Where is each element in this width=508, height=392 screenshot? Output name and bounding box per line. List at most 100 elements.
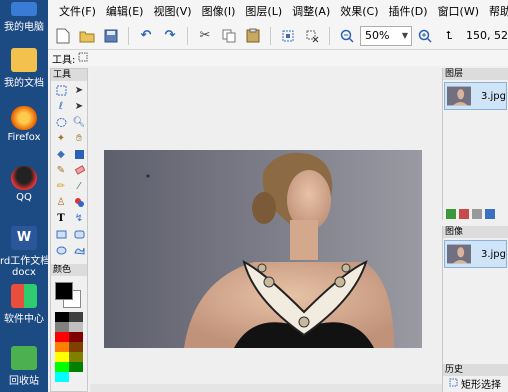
desktop-icon-qq[interactable]: QQ <box>0 166 48 203</box>
palette-swatch[interactable] <box>69 362 83 372</box>
desktop-icon-label: QQ <box>16 192 32 203</box>
menu-layers[interactable]: 图层(L) <box>240 3 287 19</box>
color-picker-icon[interactable]: ⁄ <box>71 179 87 194</box>
cursor-coordinates: 150, 52 <box>466 29 508 42</box>
qq-penguin-icon <box>11 166 37 190</box>
line-curve-icon[interactable]: ↯ <box>71 211 87 226</box>
horizontal-scrollbar[interactable] <box>90 384 442 392</box>
palette-swatch[interactable] <box>55 322 69 332</box>
ellipse-shape-icon[interactable] <box>53 243 69 258</box>
magic-wand-icon[interactable]: ✦ <box>53 131 69 146</box>
desktop-icon-label-2: docx <box>12 267 36 278</box>
menu-adjustments[interactable]: 调整(A) <box>287 3 335 19</box>
palette-swatch[interactable] <box>55 312 69 322</box>
move-selection-icon[interactable]: ➤ <box>71 83 87 98</box>
images-panel-title: 图像 <box>443 226 508 238</box>
palette-swatch[interactable] <box>55 362 69 372</box>
rectangle-shape-icon[interactable] <box>53 227 69 242</box>
menu-effects[interactable]: 效果(C) <box>335 3 383 19</box>
layer-item[interactable]: 3.jpg <box>444 82 507 110</box>
new-file-icon[interactable] <box>52 25 74 47</box>
desktop-icon-firefox[interactable]: Firefox <box>0 106 48 143</box>
redo-icon[interactable]: ↷ <box>159 25 181 47</box>
desktop-icon-label: 我的文档 <box>4 78 44 89</box>
menu-plugins[interactable]: 插件(D) <box>384 3 433 19</box>
image-item[interactable]: 3.jpg <box>444 240 507 268</box>
desktop-icon-documents[interactable]: 我的文档 <box>0 48 48 89</box>
rect-select-icon[interactable] <box>78 52 88 65</box>
save-icon[interactable] <box>100 25 122 47</box>
palette-swatch[interactable] <box>55 352 69 362</box>
toolbar-divider <box>329 26 330 45</box>
move-selected-icon[interactable]: ➤ <box>71 99 87 114</box>
paint-bucket-icon[interactable]: ◆ <box>53 147 69 162</box>
palette-swatch[interactable] <box>69 332 83 342</box>
menu-file[interactable]: 文件(F) <box>54 3 101 19</box>
history-item[interactable]: 矩形选择 <box>443 376 508 391</box>
eraser-icon[interactable] <box>71 163 87 178</box>
desktop-icon-computer[interactable]: 我的电脑 <box>0 2 48 33</box>
image-name: 3.jpg <box>480 248 506 260</box>
deselect-icon[interactable] <box>301 25 323 47</box>
menu-window[interactable]: 窗口(W) <box>433 3 484 19</box>
freeform-shape-icon[interactable] <box>71 243 87 258</box>
zoom-level-select[interactable]: 50% ▼ <box>360 25 412 46</box>
rect-select-icon[interactable] <box>53 83 69 98</box>
palette-swatch[interactable] <box>69 312 83 322</box>
gradient-icon[interactable] <box>71 147 87 162</box>
duplicate-layer-icon[interactable] <box>472 209 482 219</box>
history-item-label: 矩形选择 <box>461 380 501 391</box>
add-layer-icon[interactable] <box>446 209 456 219</box>
desktop-icon-label: Firefox <box>7 132 41 143</box>
desktop-icon-recycle-bin[interactable]: 回收站 <box>0 346 48 387</box>
palette-swatch[interactable] <box>69 352 83 362</box>
desktop-icon-label: 软件中心 <box>4 314 44 325</box>
paintbrush-icon[interactable]: ✎ <box>53 163 69 178</box>
desktop-sidebar: 我的电脑 我的文档 Firefox QQ W rd工作文档 docx 软件中心 … <box>0 0 48 392</box>
portrait-image-canvas[interactable] <box>104 150 422 348</box>
text-icon[interactable]: T <box>53 211 69 226</box>
menu-image[interactable]: 图像(I) <box>197 3 241 19</box>
paste-icon[interactable] <box>242 25 264 47</box>
toolbar-divider <box>128 26 129 45</box>
chevron-down-icon: ▼ <box>401 31 409 40</box>
primary-color-swatch[interactable] <box>55 282 73 300</box>
recolor-icon[interactable] <box>71 195 87 210</box>
menu-edit[interactable]: 编辑(E) <box>101 3 149 19</box>
delete-layer-icon[interactable] <box>459 209 469 219</box>
pan-hand-icon[interactable]: ✋︎ <box>71 131 87 146</box>
zoom-in-icon[interactable] <box>414 25 436 47</box>
palette-swatch[interactable] <box>55 372 69 382</box>
history-panel-title: 历史 <box>443 364 508 376</box>
palette-swatch[interactable] <box>69 322 83 332</box>
rounded-rect-icon[interactable] <box>71 227 87 242</box>
menu-view[interactable]: 视图(V) <box>148 3 196 19</box>
zoom-icon[interactable]: 🔍︎ <box>71 115 87 130</box>
colors-panel: 颜色 <box>51 264 87 382</box>
color-palette <box>55 312 83 382</box>
crop-to-selection-icon[interactable] <box>277 25 299 47</box>
toolbar-divider <box>270 26 271 45</box>
cut-icon[interactable]: ✂ <box>194 25 216 47</box>
pencil-icon[interactable]: ✏ <box>53 179 69 194</box>
documents-folder-icon <box>11 48 37 72</box>
menu-help[interactable]: 帮助(H) <box>484 3 508 19</box>
palette-swatch[interactable] <box>55 342 69 352</box>
palette-swatch[interactable] <box>55 332 69 342</box>
canvas-area[interactable] <box>90 68 442 392</box>
copy-icon[interactable] <box>218 25 240 47</box>
palette-swatch[interactable] <box>69 342 83 352</box>
open-file-icon[interactable] <box>76 25 98 47</box>
ellipse-select-icon[interactable] <box>53 115 69 130</box>
clone-stamp-icon[interactable]: ♙ <box>53 195 69 210</box>
desktop-icon-software-center[interactable]: 软件中心 <box>0 284 48 325</box>
lasso-select-icon[interactable]: ℓ <box>53 99 69 114</box>
zoom-out-icon[interactable] <box>336 25 358 47</box>
main-toolbar: ↶ ↷ ✂ 50% ▼ ⮤ 150, 52 <box>48 22 508 50</box>
layer-properties-icon[interactable] <box>485 209 495 219</box>
layers-panel: 图层 3.jpg <box>442 68 508 220</box>
tool-grid: ➤ ℓ ➤ 🔍︎ ✦ ✋︎ ◆ ✎ ✏ ⁄ ♙ T ↯ <box>51 81 87 260</box>
undo-icon[interactable]: ↶ <box>135 25 157 47</box>
desktop-icon-word-doc[interactable]: W rd工作文档 docx <box>0 226 48 278</box>
image-thumbnail <box>447 244 471 264</box>
